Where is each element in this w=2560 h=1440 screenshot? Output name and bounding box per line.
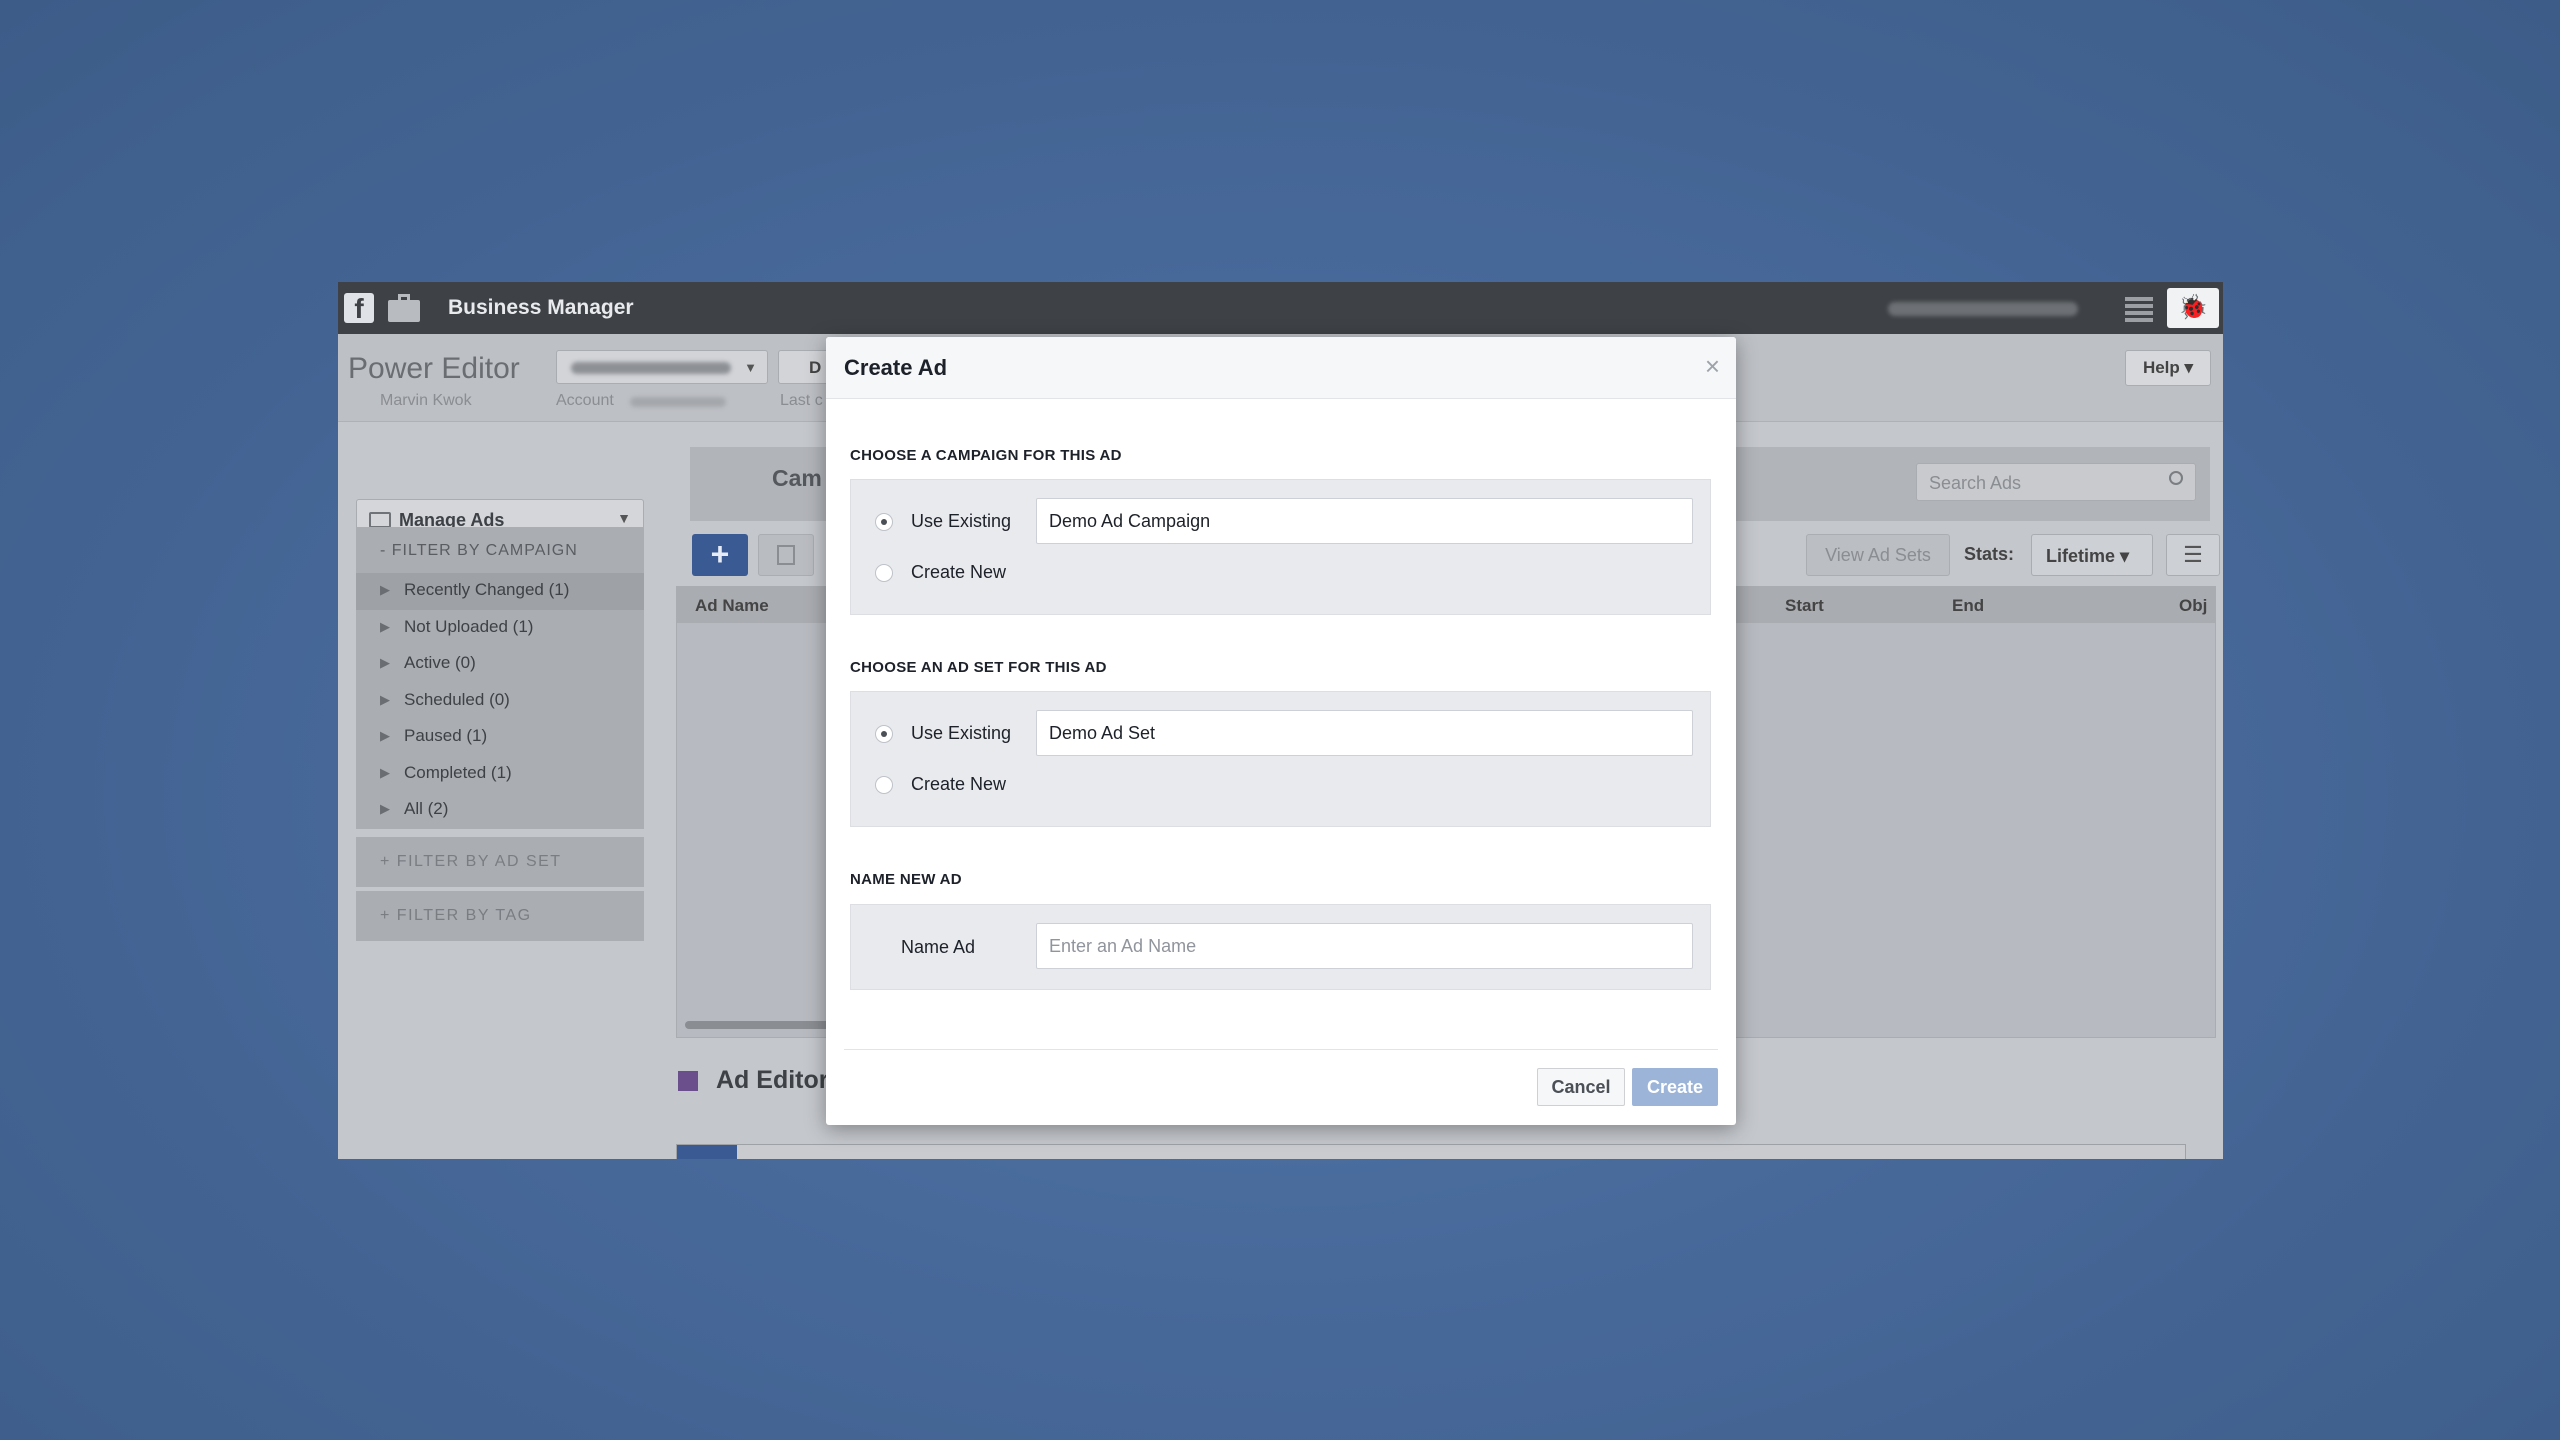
- dialog-footer-divider: [844, 1049, 1718, 1050]
- search-icon: [2169, 471, 2183, 485]
- radio-label: Use Existing: [911, 511, 1012, 531]
- ad-editor-tab-indicator: [677, 1145, 737, 1159]
- filter-by-ad-set[interactable]: + FILTER BY AD SET: [356, 837, 644, 887]
- column-end[interactable]: End: [1952, 596, 1984, 616]
- page-title: Power Editor: [348, 352, 520, 385]
- filter-item-label: Completed (1): [404, 762, 512, 782]
- close-icon[interactable]: ×: [1705, 351, 1720, 382]
- expand-arrow-icon: ▶: [380, 691, 390, 707]
- campaign-section: Use Existing Create New: [850, 479, 1711, 615]
- column-ad-name[interactable]: Ad Name: [695, 596, 769, 616]
- campaign-use-existing-option[interactable]: Use Existing: [875, 511, 1011, 532]
- ad-editor-title: Ad Editor: [716, 1066, 829, 1094]
- chevron-down-icon: ▼: [617, 510, 631, 526]
- filter-item-completed[interactable]: ▶ Completed (1): [356, 756, 644, 793]
- campaign-filter-panel: - FILTER BY CAMPAIGN ▶ Recently Changed (…: [356, 527, 644, 829]
- column-objective[interactable]: Obj: [2179, 596, 2207, 616]
- expand-arrow-icon: ▶: [380, 655, 390, 670]
- view-ad-sets-button[interactable]: View Ad Sets: [1806, 534, 1950, 576]
- account-id-blurred: [630, 397, 726, 407]
- column-start[interactable]: Start: [1785, 596, 1824, 616]
- facebook-icon[interactable]: f: [344, 293, 374, 324]
- filter-item-active[interactable]: ▶ Active (0): [356, 646, 644, 683]
- adset-use-existing-option[interactable]: Use Existing: [875, 723, 1011, 744]
- ad-editor-bar: [676, 1144, 2186, 1159]
- adset-section: Use Existing Create New: [850, 691, 1711, 827]
- filter-item-label: Not Uploaded (1): [404, 616, 534, 636]
- expand-arrow-icon: ▶: [380, 764, 390, 780]
- radio-create-new[interactable]: [875, 563, 893, 582]
- search-ads-input[interactable]: Search Ads: [1916, 463, 2196, 501]
- stats-label: Stats:: [1964, 544, 2015, 564]
- account-dropdown[interactable]: ▼: [556, 350, 768, 384]
- user-email-blurred: [1888, 302, 2078, 316]
- name-section-label: NAME NEW AD: [850, 871, 962, 888]
- expand-arrow-icon: ▶: [380, 801, 390, 816]
- expand-arrow-icon: ▶: [380, 582, 390, 597]
- last-updated-label: Last c: [780, 392, 823, 409]
- tab-campaigns[interactable]: Cam: [772, 465, 822, 492]
- ad-name-input[interactable]: [1036, 923, 1693, 969]
- radio-label: Use Existing: [911, 723, 1012, 743]
- name-ad-label: Name Ad: [901, 937, 976, 957]
- filter-item-all[interactable]: ▶ All (2): [356, 792, 644, 829]
- filter-item-label: Scheduled (0): [404, 689, 510, 709]
- adset-input[interactable]: [1036, 710, 1693, 756]
- ads-icon: [369, 512, 391, 528]
- filter-item-scheduled[interactable]: ▶ Scheduled (0): [356, 683, 644, 720]
- filter-by-campaign-heading[interactable]: - FILTER BY CAMPAIGN: [356, 527, 644, 573]
- adset-create-new-option[interactable]: Create New: [875, 774, 1006, 795]
- radio-use-existing[interactable]: [875, 512, 893, 531]
- adset-section-label: CHOOSE AN AD SET FOR THIS AD: [850, 659, 1107, 676]
- duplicate-icon[interactable]: [758, 534, 814, 576]
- chevron-down-icon: ▼: [744, 360, 757, 375]
- filter-item-label: Paused (1): [404, 726, 488, 745]
- add-ad-button[interactable]: +: [692, 534, 748, 576]
- name-section: Name Ad: [850, 904, 1711, 990]
- create-ad-dialog: Create Ad × CHOOSE A CAMPAIGN FOR THIS A…: [826, 337, 1736, 1125]
- radio-label: Create New: [911, 774, 1007, 794]
- create-button[interactable]: Create: [1632, 1068, 1718, 1106]
- filter-item-label: Recently Changed (1): [404, 580, 570, 599]
- search-placeholder: Search Ads: [1929, 473, 2022, 493]
- campaign-section-label: CHOOSE A CAMPAIGN FOR THIS AD: [850, 447, 1122, 464]
- filter-item-label: Active (0): [404, 653, 476, 672]
- bug-report-icon[interactable]: 🐞: [2167, 288, 2219, 328]
- filter-by-tag[interactable]: + FILTER BY TAG: [356, 891, 644, 941]
- filter-item-label: All (2): [404, 799, 449, 818]
- ad-editor-icon: [678, 1071, 698, 1092]
- dialog-header: Create Ad ×: [826, 337, 1736, 399]
- campaign-input[interactable]: [1036, 498, 1693, 544]
- help-button[interactable]: Help ▾: [2125, 350, 2211, 386]
- briefcase-icon[interactable]: [388, 294, 420, 322]
- expand-arrow-icon: ▶: [380, 728, 390, 743]
- filter-item-paused[interactable]: ▶ Paused (1): [356, 719, 644, 756]
- list-icon[interactable]: [2125, 294, 2153, 322]
- business-manager-title[interactable]: Business Manager: [448, 296, 634, 320]
- dialog-title: Create Ad: [844, 355, 948, 380]
- campaign-create-new-option[interactable]: Create New: [875, 562, 1006, 583]
- radio-use-existing[interactable]: [875, 724, 893, 743]
- user-name: Marvin Kwok: [380, 392, 472, 409]
- radio-label: Create New: [911, 562, 1007, 582]
- cancel-button[interactable]: Cancel: [1537, 1068, 1625, 1106]
- radio-create-new[interactable]: [875, 775, 893, 794]
- column-settings-icon[interactable]: ☰: [2166, 534, 2220, 576]
- filter-item-not-uploaded[interactable]: ▶ Not Uploaded (1): [356, 610, 644, 647]
- top-bar: f Business Manager 🐞: [338, 282, 2223, 334]
- stats-lifetime-dropdown[interactable]: Lifetime ▾: [2031, 534, 2153, 576]
- expand-arrow-icon: ▶: [380, 618, 390, 634]
- filter-item-recently-changed[interactable]: ▶ Recently Changed (1): [356, 573, 644, 610]
- account-label: Account: [556, 392, 614, 409]
- ad-editor-heading: Ad Editor: [678, 1066, 829, 1095]
